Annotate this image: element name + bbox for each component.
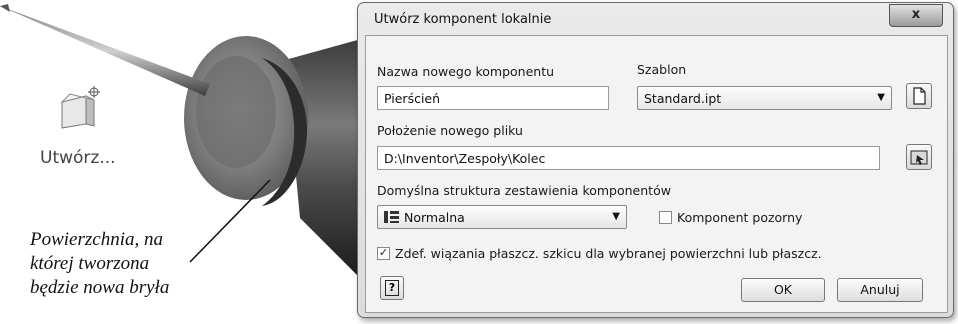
cancel-button[interactable]: Anuluj	[837, 278, 923, 302]
chevron-down-icon: ▼	[612, 211, 620, 222]
new-template-icon	[913, 87, 926, 105]
chevron-down-icon: ▼	[877, 92, 885, 103]
browse-location-button[interactable]	[906, 144, 932, 170]
structure-list-icon	[384, 211, 399, 223]
pin-shaft	[0, 6, 210, 96]
create-component-icon[interactable]	[56, 84, 104, 132]
template-select-value: Standard.ipt	[644, 91, 722, 106]
annotation-caption: Powierzchnia, na której tworzona będzie …	[30, 229, 170, 298]
file-location-label: Położenie nowego pliku	[377, 123, 523, 138]
sketch-constraint-label[interactable]: Zdef. wiązania płaszcz. szkicu dla wybra…	[395, 246, 822, 261]
dialog-title: Utwórz komponent lokalnie	[374, 12, 552, 27]
component-name-input[interactable]: Pierścień	[377, 86, 609, 110]
file-location-input[interactable]: D:\Inventor\Zespoły\Kolec	[377, 146, 880, 170]
sketch-constraint-checkbox[interactable]: ✓	[377, 247, 390, 260]
pin-tip	[0, 4, 10, 12]
dialog-client-area: Nazwa nowego komponentu Pierścień Szablo…	[365, 35, 948, 313]
ok-button[interactable]: OK	[741, 278, 825, 302]
cylinder-face-grain	[196, 56, 276, 168]
close-icon: x	[911, 7, 921, 22]
virtual-component-checkbox[interactable]	[659, 211, 672, 224]
bom-structure-select[interactable]: Normalna ▼	[377, 205, 627, 229]
virtual-component-label[interactable]: Komponent pozorny	[677, 210, 802, 225]
new-template-button[interactable]	[906, 83, 932, 109]
browse-folder-icon	[910, 150, 928, 165]
template-label: Szablon	[637, 62, 687, 77]
help-button[interactable]: ?	[380, 276, 404, 300]
component-name-label: Nazwa nowego komponentu	[377, 64, 555, 79]
bom-structure-value: Normalna	[404, 210, 465, 225]
template-select[interactable]: Standard.ipt ▼	[637, 86, 892, 110]
help-icon: ?	[385, 280, 399, 296]
dialog-titlebar[interactable]: Utwórz komponent lokalnie x	[358, 3, 953, 35]
create-local-component-dialog: Utwórz komponent lokalnie x Nazwa nowego…	[357, 2, 954, 318]
create-component-label[interactable]: Utwórz...	[40, 148, 116, 168]
close-button[interactable]: x	[889, 4, 943, 27]
bom-structure-label: Domyślna struktura zestawienia komponent…	[377, 183, 671, 198]
